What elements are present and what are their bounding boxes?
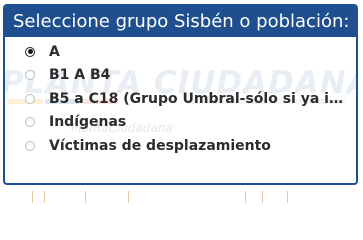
radio-button[interactable] xyxy=(25,140,35,151)
radio-option[interactable]: Víctimas de desplazamiento xyxy=(5,134,356,158)
divider-line xyxy=(44,191,45,203)
divider-line xyxy=(128,191,129,203)
radio-option[interactable]: Indígenas xyxy=(5,111,356,135)
panel-header: Seleccione grupo Sisbén o población: xyxy=(5,6,356,37)
radio-option-label: B5 a C18 (Grupo Umbral-sólo si ya in... xyxy=(49,90,349,107)
divider-line xyxy=(287,191,288,203)
radio-button[interactable] xyxy=(25,93,35,104)
divider-line xyxy=(262,191,263,203)
divider-line xyxy=(245,191,246,203)
radio-option-label: B1 A B4 xyxy=(49,67,111,84)
panel-title: Seleccione grupo Sisbén o población: xyxy=(13,11,350,32)
divider-line xyxy=(85,191,86,203)
panel-body: PLANTA CIUDADANA PlantaCiudadana A B1 A B… xyxy=(5,37,356,183)
population-group-panel: Seleccione grupo Sisbén o población: PLA… xyxy=(3,4,358,185)
radio-button-checked[interactable] xyxy=(25,46,35,57)
radio-option[interactable]: B1 A B4 xyxy=(5,64,356,88)
background-divider-lines xyxy=(0,189,363,203)
radio-group: A B1 A B4 B5 a C18 (Grupo Umbral-sólo si y… xyxy=(5,40,356,158)
radio-button[interactable] xyxy=(25,70,35,81)
page: Seleccione grupo Sisbén o población: PLA… xyxy=(0,0,363,203)
radio-option-label: Víctimas de desplazamiento xyxy=(49,137,271,154)
divider-line xyxy=(32,191,33,203)
radio-option[interactable]: A xyxy=(5,40,356,64)
radio-option-label: Indígenas xyxy=(49,114,127,131)
radio-option[interactable]: B5 a C18 (Grupo Umbral-sólo si ya in... xyxy=(5,87,356,111)
radio-option-label: A xyxy=(49,43,60,60)
radio-button[interactable] xyxy=(25,117,35,128)
